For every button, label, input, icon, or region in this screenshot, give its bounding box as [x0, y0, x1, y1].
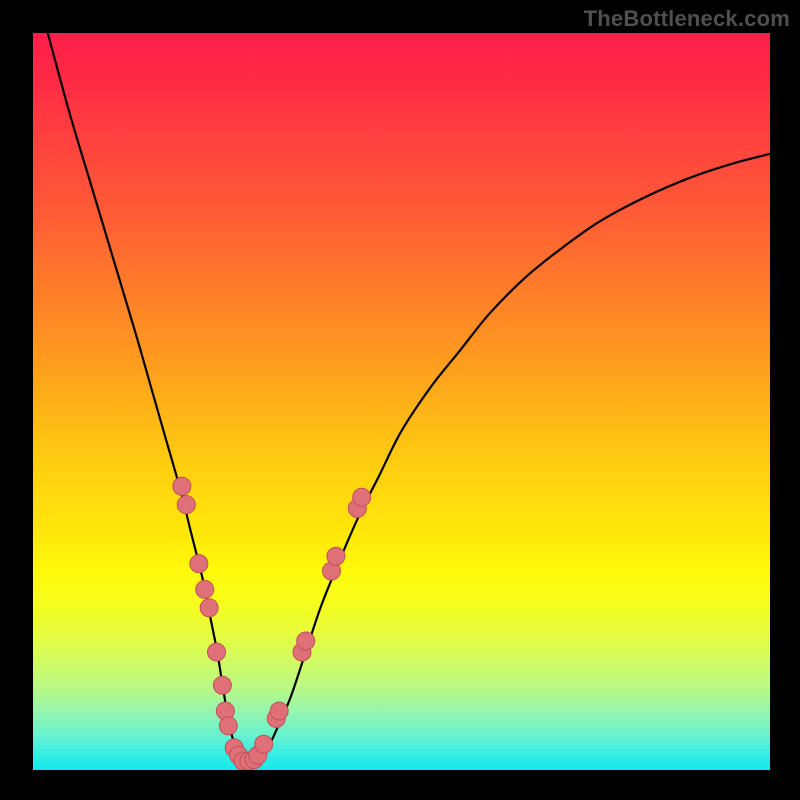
chart-svg — [33, 33, 770, 770]
data-marker — [270, 702, 288, 720]
data-marker — [190, 555, 208, 573]
data-marker — [213, 676, 231, 694]
data-marker — [177, 496, 195, 514]
data-marker — [219, 717, 237, 735]
watermark-text: TheBottleneck.com — [584, 6, 790, 32]
curve-path — [48, 33, 770, 766]
data-marker — [255, 735, 273, 753]
data-marker — [327, 547, 345, 565]
data-marker — [353, 488, 371, 506]
data-marker — [297, 632, 315, 650]
marker-group — [173, 477, 371, 770]
data-marker — [200, 599, 218, 617]
chart-plot-area — [33, 33, 770, 770]
data-marker — [208, 643, 226, 661]
data-marker — [196, 580, 214, 598]
data-marker — [173, 477, 191, 495]
chart-frame: TheBottleneck.com — [0, 0, 800, 800]
